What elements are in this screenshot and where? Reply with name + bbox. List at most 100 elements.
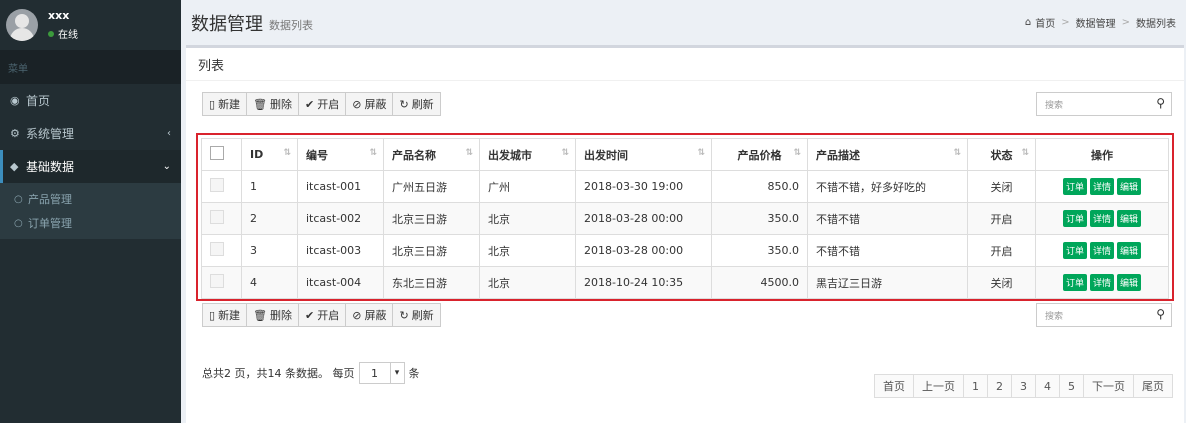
box-title: 列表 — [186, 48, 1184, 81]
delete-button[interactable]: 🗑 删除 — [246, 303, 300, 327]
sidebar-item-home[interactable]: ◉ 首页 — [0, 84, 181, 117]
th-name[interactable]: 产品名称 ⇅ — [383, 138, 480, 171]
refresh-button[interactable]: ↻ 刷新 — [392, 303, 441, 327]
page-2[interactable]: 2 — [987, 374, 1012, 398]
open-button[interactable]: ✔ 开启 — [298, 303, 347, 327]
edit-button[interactable]: 编辑 — [1117, 210, 1142, 227]
edit-button[interactable]: 编辑 — [1117, 242, 1142, 259]
user-status-label: 在线 — [58, 30, 78, 41]
th-time[interactable]: 出发时间 ⇅ — [575, 138, 712, 171]
sort-icon[interactable]: ⇅ — [283, 148, 291, 158]
cell-actions: 订单 详情 编辑 — [1035, 202, 1169, 235]
page-next[interactable]: 下一页 — [1083, 374, 1134, 398]
cell-name: 北京三日游 — [383, 202, 480, 235]
cell-name: 东北三日游 — [383, 266, 480, 299]
detail-button[interactable]: 详情 — [1089, 242, 1114, 259]
page-size-select[interactable]: 1 ▾ — [358, 362, 405, 384]
row-checkbox[interactable] — [201, 266, 242, 299]
search-icon[interactable]: ⚲ — [1156, 96, 1165, 110]
cell-price: 850.0 — [711, 170, 808, 203]
page-title: 数据管理 — [191, 13, 263, 35]
circle-icon: ○ — [14, 193, 23, 205]
row-checkbox[interactable] — [201, 202, 242, 235]
checkbox-icon[interactable] — [210, 146, 224, 160]
ban-icon: ⊘ — [352, 308, 362, 322]
checkbox-icon[interactable] — [210, 210, 224, 224]
table-row: 1 itcast-001 广州五日游 广州 2018-03-30 19:00 8… — [201, 170, 1169, 203]
breadcrumb-item[interactable]: 数据管理 — [1076, 15, 1116, 30]
page-first[interactable]: 首页 — [874, 374, 914, 398]
th-city[interactable]: 出发城市 ⇅ — [479, 138, 576, 171]
search-placeholder: 搜索 — [1045, 311, 1064, 322]
cell-desc: 黑吉辽三日游 — [807, 266, 968, 299]
page-5[interactable]: 5 — [1059, 374, 1084, 398]
sort-icon[interactable]: ⇅ — [369, 148, 377, 158]
refresh-icon: ↻ — [399, 308, 409, 322]
page-1[interactable]: 1 — [963, 374, 988, 398]
page-last[interactable]: 尾页 — [1133, 374, 1173, 398]
sort-icon[interactable]: ⇅ — [697, 148, 705, 158]
page-4[interactable]: 4 — [1035, 374, 1060, 398]
trash-icon: 🗑 — [253, 97, 268, 111]
page-prev[interactable]: 上一页 — [913, 374, 964, 398]
sort-icon[interactable]: ⇅ — [561, 148, 569, 158]
sidebar-subitem-label: 产品管理 — [28, 193, 72, 206]
sidebar-item-basic-data[interactable]: ◆ 基础数据 ⌄ — [0, 150, 181, 183]
sidebar-item-label: 系统管理 — [26, 127, 75, 141]
block-button[interactable]: ⊘ 屏蔽 — [345, 303, 394, 327]
th-price[interactable]: 产品价格 ⇅ — [711, 138, 808, 171]
user-status: 在线 — [48, 26, 78, 41]
cell-price: 4500.0 — [711, 266, 808, 299]
sidebar-item-system[interactable]: ⚙ 系统管理 ‹ — [0, 117, 181, 150]
detail-button[interactable]: 详情 — [1089, 178, 1114, 195]
sidebar-subitem-orders[interactable]: ○ 订单管理 — [0, 211, 181, 235]
checkbox-icon[interactable] — [210, 242, 224, 256]
chevron-down-icon: ▾ — [389, 363, 404, 383]
delete-button[interactable]: 🗑 删除 — [246, 92, 300, 116]
content-header: 数据管理 数据列表 ⌂ 首页 > 数据管理 > 数据列表 — [181, 0, 1186, 45]
open-button[interactable]: ✔ 开启 — [298, 92, 347, 116]
sort-icon[interactable]: ⇅ — [793, 148, 801, 158]
cell-name: 北京三日游 — [383, 234, 480, 267]
detail-button[interactable]: 详情 — [1089, 210, 1114, 227]
sort-icon[interactable]: ⇅ — [1021, 148, 1029, 158]
search-input[interactable]: 搜索 ⚲ — [1036, 303, 1172, 327]
cell-id: 2 — [241, 202, 298, 235]
cell-name: 广州五日游 — [383, 170, 480, 203]
breadcrumb-item[interactable]: 首页 — [1035, 15, 1055, 30]
checkbox-icon[interactable] — [210, 274, 224, 288]
search-icon[interactable]: ⚲ — [1156, 307, 1165, 321]
row-checkbox[interactable] — [201, 234, 242, 267]
sort-icon[interactable]: ⇅ — [953, 148, 961, 158]
th-status[interactable]: 状态 ⇅ — [967, 138, 1036, 171]
new-button[interactable]: ▯ 新建 — [202, 92, 248, 116]
refresh-button[interactable]: ↻ 刷新 — [392, 92, 441, 116]
cell-id: 4 — [241, 266, 298, 299]
sort-icon[interactable]: ⇅ — [465, 148, 473, 158]
row-checkbox[interactable] — [201, 170, 242, 203]
cell-time: 2018-10-24 10:35 — [575, 266, 712, 299]
breadcrumb: ⌂ 首页 > 数据管理 > 数据列表 — [1024, 15, 1176, 30]
trash-icon: 🗑 — [253, 308, 268, 322]
submenu: ○ 产品管理 ○ 订单管理 — [0, 183, 181, 239]
block-button[interactable]: ⊘ 屏蔽 — [345, 92, 394, 116]
checkbox-icon[interactable] — [210, 178, 224, 192]
order-button[interactable]: 订单 — [1062, 210, 1087, 227]
page-3[interactable]: 3 — [1011, 374, 1036, 398]
pagination: 首页 上一页 1 2 3 4 5 下一页 尾页 — [874, 374, 1173, 398]
order-button[interactable]: 订单 — [1062, 178, 1087, 195]
edit-button[interactable]: 编辑 — [1117, 178, 1142, 195]
new-button[interactable]: ▯ 新建 — [202, 303, 248, 327]
order-button[interactable]: 订单 — [1062, 274, 1087, 291]
edit-button[interactable]: 编辑 — [1117, 274, 1142, 291]
search-input[interactable]: 搜索 ⚲ — [1036, 92, 1172, 116]
th-id[interactable]: ID ⇅ — [241, 138, 298, 171]
cell-status: 关闭 — [967, 266, 1036, 299]
online-dot-icon — [48, 30, 54, 37]
th-code[interactable]: 编号 ⇅ — [297, 138, 384, 171]
th-desc[interactable]: 产品描述 ⇅ — [807, 138, 968, 171]
order-button[interactable]: 订单 — [1062, 242, 1087, 259]
select-all-checkbox[interactable] — [201, 138, 242, 171]
detail-button[interactable]: 详情 — [1089, 274, 1114, 291]
sidebar-subitem-products[interactable]: ○ 产品管理 — [0, 187, 181, 211]
